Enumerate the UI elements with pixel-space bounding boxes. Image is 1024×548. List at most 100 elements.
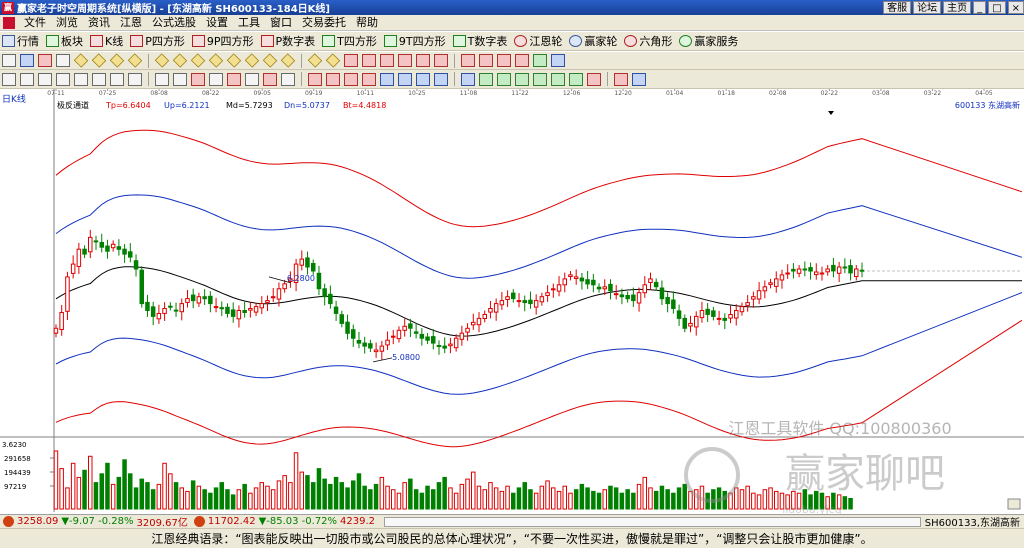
draw-tool-icon-1[interactable] bbox=[2, 54, 16, 67]
menu-formula[interactable]: 公式选股 bbox=[147, 15, 201, 31]
volume-bar bbox=[293, 452, 299, 510]
draw-tool-icon-4[interactable] bbox=[56, 54, 70, 67]
draw-tool-icon-14[interactable] bbox=[244, 53, 260, 68]
volume-bar bbox=[145, 482, 150, 510]
panel-resize-handle[interactable] bbox=[1007, 498, 1021, 510]
analysis-tool-icon-14[interactable] bbox=[245, 72, 259, 86]
draw-tool-icon-13[interactable] bbox=[226, 53, 242, 68]
analysis-tool-icon-30[interactable] bbox=[551, 72, 565, 86]
analysis-tool-icon-19[interactable] bbox=[344, 72, 358, 86]
analysis-tool-icon-2[interactable] bbox=[20, 72, 34, 86]
draw-tool-icon-28[interactable] bbox=[515, 54, 529, 67]
volume-bar bbox=[745, 485, 750, 510]
draw-tool-icon-20[interactable] bbox=[362, 54, 376, 67]
draw-tool-icon-26[interactable] bbox=[479, 54, 493, 67]
analysis-tool-icon-6[interactable] bbox=[92, 72, 106, 86]
analysis-tool-icon-17[interactable] bbox=[308, 72, 322, 86]
draw-tool-icon-17[interactable] bbox=[307, 53, 323, 68]
analysis-tool-icon-33[interactable] bbox=[614, 72, 628, 86]
analysis-tool-icon-3[interactable] bbox=[38, 72, 52, 86]
analysis-tool-icon-25[interactable] bbox=[461, 72, 475, 86]
analysis-tool-icon-11[interactable] bbox=[191, 72, 205, 86]
draw-tool-icon-25[interactable] bbox=[461, 54, 475, 67]
service-button[interactable]: 赢家服务 bbox=[677, 33, 740, 50]
analysis-tool-icon-20[interactable] bbox=[362, 72, 376, 86]
analysis-tool-icon-24[interactable] bbox=[434, 72, 448, 86]
homepage-button[interactable]: 主页 bbox=[943, 1, 972, 14]
analysis-tool-icon-7[interactable] bbox=[110, 72, 124, 86]
quotes-button[interactable]: 行情 bbox=[0, 33, 41, 50]
winner-wheel-button[interactable]: 赢家轮 bbox=[567, 33, 619, 50]
menu-browse[interactable]: 浏览 bbox=[51, 15, 83, 31]
draw-tool-icon-9[interactable] bbox=[154, 53, 170, 68]
analysis-tool-icon-34[interactable] bbox=[632, 72, 646, 86]
menu-tools[interactable]: 工具 bbox=[233, 15, 265, 31]
kline-chart[interactable]: 07-11 07-25 08-08 08-22 09-05 09-19 10-11 10-25… bbox=[0, 89, 1024, 514]
draw-tool-icon-5[interactable] bbox=[73, 53, 89, 68]
analysis-tool-icon-29[interactable] bbox=[533, 72, 547, 86]
horizontal-scrollbar[interactable] bbox=[384, 516, 921, 527]
menu-file[interactable]: 文件 bbox=[19, 15, 51, 31]
kline-button[interactable]: K线 bbox=[88, 33, 125, 50]
minimize-button[interactable]: _ bbox=[973, 1, 987, 14]
draw-tool-icon-11[interactable] bbox=[190, 53, 206, 68]
analysis-tool-icon-22[interactable] bbox=[398, 72, 412, 86]
analysis-tool-icon-27[interactable] bbox=[497, 72, 511, 86]
analysis-tool-icon-8[interactable] bbox=[128, 72, 142, 86]
analysis-tool-icon-5[interactable] bbox=[74, 72, 88, 86]
draw-tool-icon-27[interactable] bbox=[497, 54, 511, 67]
menu-info[interactable]: 资讯 bbox=[83, 15, 115, 31]
analysis-tool-icon-32[interactable] bbox=[587, 72, 601, 86]
draw-tool-icon-6[interactable] bbox=[91, 53, 107, 68]
draw-tool-icon-16[interactable] bbox=[280, 53, 296, 68]
support-button[interactable]: 客服 bbox=[883, 1, 912, 14]
draw-tool-icon-23[interactable] bbox=[416, 54, 430, 67]
menu-help[interactable]: 帮助 bbox=[351, 15, 383, 31]
analysis-tool-icon-9[interactable] bbox=[155, 72, 169, 86]
analysis-tool-icon-16[interactable] bbox=[281, 72, 295, 86]
analysis-tool-icon-15[interactable] bbox=[263, 72, 277, 86]
draw-tool-icon-30[interactable] bbox=[551, 54, 565, 67]
analysis-tool-icon-23[interactable] bbox=[416, 72, 430, 86]
gann-wheel-button[interactable]: 江恩轮 bbox=[512, 33, 564, 50]
analysis-tool-icon-21[interactable] bbox=[380, 72, 394, 86]
analysis-tool-icon-18[interactable] bbox=[326, 72, 340, 86]
draw-tool-icon-3[interactable] bbox=[38, 54, 52, 67]
draw-tool-icon-12[interactable] bbox=[208, 53, 224, 68]
hexagon-button[interactable]: 六角形 bbox=[622, 33, 674, 50]
draw-tool-icon-2[interactable] bbox=[20, 54, 34, 67]
menu-window[interactable]: 窗口 bbox=[265, 15, 297, 31]
analysis-tool-icon-12[interactable] bbox=[209, 72, 223, 86]
analysis-tool-icon-26[interactable] bbox=[479, 72, 493, 86]
forum-button[interactable]: 论坛 bbox=[913, 1, 942, 14]
draw-tool-icon-22[interactable] bbox=[398, 54, 412, 67]
9t-square-button[interactable]: 9T四方形 bbox=[382, 33, 448, 50]
p-square-button[interactable]: P四方形 bbox=[128, 33, 187, 50]
sector-button[interactable]: 板块 bbox=[44, 33, 85, 50]
analysis-tool-icon-10[interactable] bbox=[173, 72, 187, 86]
draw-tool-icon-8[interactable] bbox=[127, 53, 143, 68]
9p-square-button[interactable]: 9P四方形 bbox=[190, 33, 256, 50]
close-button[interactable]: × bbox=[1007, 1, 1024, 14]
t-square-button[interactable]: T四方形 bbox=[320, 33, 379, 50]
analysis-tool-icon-4[interactable] bbox=[56, 72, 70, 86]
candle-body bbox=[53, 327, 59, 334]
draw-tool-icon-19[interactable] bbox=[344, 54, 358, 67]
maximize-button[interactable]: □ bbox=[988, 1, 1006, 14]
analysis-tool-icon-28[interactable] bbox=[515, 72, 529, 86]
draw-tool-icon-18[interactable] bbox=[325, 53, 341, 68]
draw-tool-icon-24[interactable] bbox=[434, 54, 448, 67]
p-table-button[interactable]: P数字表 bbox=[259, 33, 318, 50]
menu-trade[interactable]: 交易委托 bbox=[297, 15, 351, 31]
t-table-button[interactable]: T数字表 bbox=[451, 33, 510, 50]
menu-gann[interactable]: 江恩 bbox=[115, 15, 147, 31]
analysis-tool-icon-31[interactable] bbox=[569, 72, 583, 86]
analysis-tool-icon-13[interactable] bbox=[227, 72, 241, 86]
draw-tool-icon-29[interactable] bbox=[533, 54, 547, 67]
analysis-tool-icon-1[interactable] bbox=[2, 72, 16, 86]
draw-tool-icon-21[interactable] bbox=[380, 54, 394, 67]
draw-tool-icon-10[interactable] bbox=[172, 53, 188, 68]
draw-tool-icon-15[interactable] bbox=[262, 53, 278, 68]
menu-settings[interactable]: 设置 bbox=[201, 15, 233, 31]
draw-tool-icon-7[interactable] bbox=[109, 53, 125, 68]
